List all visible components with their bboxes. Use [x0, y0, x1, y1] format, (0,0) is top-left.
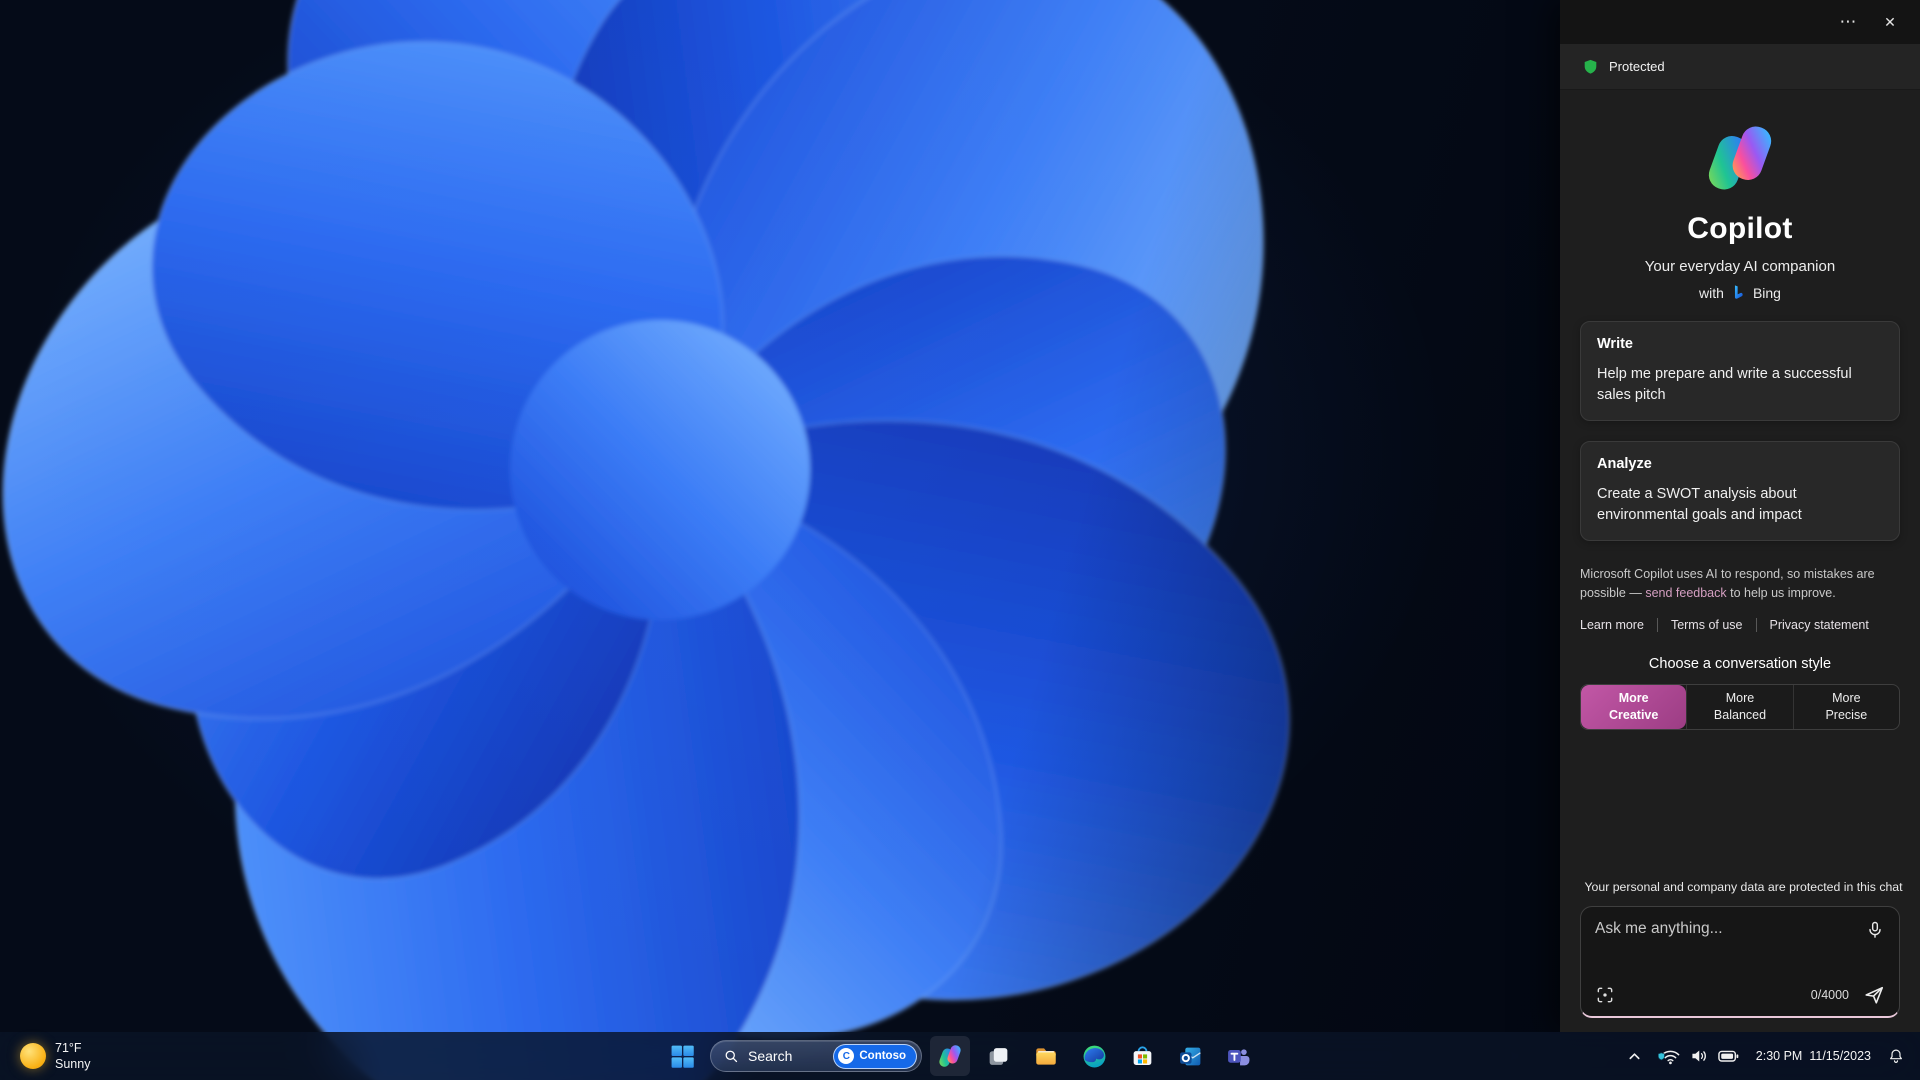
task-view-icon [989, 1047, 1007, 1065]
send-button[interactable] [1863, 984, 1885, 1006]
file-explorer-icon [1036, 1048, 1056, 1065]
ai-disclaimer: Microsoft Copilot uses AI to respond, so… [1580, 565, 1900, 604]
search-icon [725, 1050, 738, 1062]
data-protection-text: Your personal and company data are prote… [1584, 879, 1903, 894]
weather-condition: Sunny [55, 1057, 91, 1071]
tray-chevron-button[interactable] [1620, 1036, 1649, 1076]
clock-time: 2:30 PM [1755, 1048, 1803, 1063]
search-box[interactable]: Search C Contoso [710, 1040, 922, 1072]
contoso-logo-icon: C [838, 1048, 855, 1064]
conversation-style-control: More Creative More Balanced More Precise [1580, 683, 1900, 730]
style-option-line1: More [1618, 690, 1649, 705]
clock-date: 11/15/2023 [1809, 1048, 1871, 1063]
taskbar-edge-button[interactable] [1074, 1036, 1114, 1076]
chat-input[interactable]: Ask me anything... [1595, 920, 1865, 938]
notification-center-button[interactable] [1880, 1036, 1912, 1076]
style-option-line1: More [1725, 690, 1755, 705]
volume-icon [1692, 1050, 1706, 1062]
copilot-title: Copilot [1687, 212, 1793, 245]
microphone-button[interactable] [1865, 920, 1885, 940]
protected-badge[interactable]: Protected [1560, 44, 1920, 90]
bing-label: Bing [1752, 284, 1781, 301]
panel-header: ⋯ ✕ [1560, 0, 1920, 44]
character-counter: 0/4000 [1810, 988, 1849, 1002]
chevron-up-icon [1629, 1052, 1640, 1059]
search-label: Search [748, 1048, 793, 1064]
send-icon [1865, 986, 1884, 1004]
panel-body: Copilot Your everyday AI companion with … [1560, 90, 1920, 1032]
copilot-icon [937, 1043, 963, 1069]
close-icon[interactable]: ✕ [1872, 7, 1908, 37]
card-body: Create a SWOT analysis about environment… [1597, 486, 1802, 524]
microphone-icon [1869, 921, 1881, 938]
taskbar-copilot-button[interactable] [930, 1036, 970, 1076]
card-title: Write [1597, 336, 1633, 352]
system-tray: 2:30 PM 11/15/2023 [1620, 1032, 1912, 1080]
style-option-line1: More [1832, 690, 1861, 705]
privacy-statement-link[interactable]: Privacy statement [1755, 617, 1882, 632]
teams-icon [1227, 1048, 1249, 1065]
conversation-style-heading: Choose a conversation style [1648, 655, 1832, 672]
terms-of-use-link[interactable]: Terms of use [1656, 617, 1756, 632]
style-option-line2: Balanced [1713, 707, 1767, 722]
protected-label: Protected [1609, 59, 1665, 74]
visual-search-icon [1597, 987, 1613, 1003]
taskbar-store-button[interactable] [1122, 1036, 1162, 1076]
card-title: Analyze [1597, 456, 1652, 473]
shield-protected-icon [1584, 59, 1597, 74]
data-protection-note: Your personal and company data are prote… [1580, 879, 1903, 894]
style-option-more-precise[interactable]: More Precise [1792, 684, 1899, 729]
sun-icon [20, 1043, 46, 1069]
copilot-sidebar-panel: ⋯ ✕ Protected Copilot Your everyday AI c… [1560, 0, 1920, 1032]
edge-icon [1083, 1045, 1105, 1067]
weather-widget[interactable]: 71°F Sunny [10, 1032, 100, 1080]
taskbar-clock[interactable]: 2:30 PM 11/15/2023 [1749, 1036, 1878, 1076]
learn-more-link[interactable]: Learn more [1580, 618, 1657, 632]
style-option-line2: Creative [1608, 707, 1659, 722]
style-option-line2: Precise [1825, 707, 1868, 722]
contoso-badge[interactable]: C Contoso [833, 1043, 917, 1069]
windows-logo-icon [671, 1045, 694, 1068]
visual-search-button[interactable] [1595, 985, 1615, 1005]
taskbar-teams-button[interactable] [1218, 1036, 1258, 1076]
notification-bell-icon [1890, 1049, 1902, 1063]
more-options-icon[interactable]: ⋯ [1830, 7, 1866, 37]
tray-status-cluster[interactable] [1651, 1036, 1747, 1076]
taskbar-outlook-button[interactable] [1170, 1036, 1210, 1076]
wifi-shield-icon [1657, 1050, 1680, 1065]
battery-icon [1718, 1050, 1739, 1062]
style-option-more-balanced[interactable]: More Balanced [1686, 684, 1792, 729]
start-button[interactable] [662, 1036, 702, 1076]
copilot-logo-icon [1702, 120, 1778, 196]
footer-links: Learn more Terms of use Privacy statemen… [1580, 617, 1900, 632]
taskbar: 71°F Sunny Search C Contoso 2:30 PM 11/1… [0, 1032, 1920, 1080]
suggestion-card-write[interactable]: Write Help me prepare and write a succes… [1580, 321, 1900, 422]
bing-logo-icon [1734, 285, 1743, 299]
taskbar-file-explorer-button[interactable] [1026, 1036, 1066, 1076]
weather-temperature: 71°F [55, 1040, 82, 1055]
taskbar-task-view-button[interactable] [978, 1036, 1018, 1076]
copilot-tagline: Your everyday AI companion [1644, 258, 1836, 275]
microsoft-store-icon [1133, 1045, 1151, 1065]
suggestion-card-analyze[interactable]: Analyze Create a SWOT analysis about env… [1580, 441, 1900, 542]
taskbar-center-group: Search C Contoso [662, 1032, 1258, 1080]
send-feedback-link[interactable]: send feedback [1645, 586, 1726, 600]
contoso-label: Contoso [859, 1050, 906, 1062]
copilot-brand: Copilot Your everyday AI companion with … [1580, 120, 1900, 301]
outlook-icon [1179, 1047, 1201, 1065]
with-label: with [1699, 284, 1724, 301]
chat-composer[interactable]: Ask me anything... 0/4000 [1580, 906, 1900, 1018]
card-body: Help me prepare and write a successful s… [1597, 366, 1852, 404]
style-option-more-creative[interactable]: More Creative [1581, 684, 1687, 729]
with-bing-row: with Bing [1699, 284, 1781, 301]
disclaimer-text-suffix: to help us improve. [1726, 586, 1836, 601]
